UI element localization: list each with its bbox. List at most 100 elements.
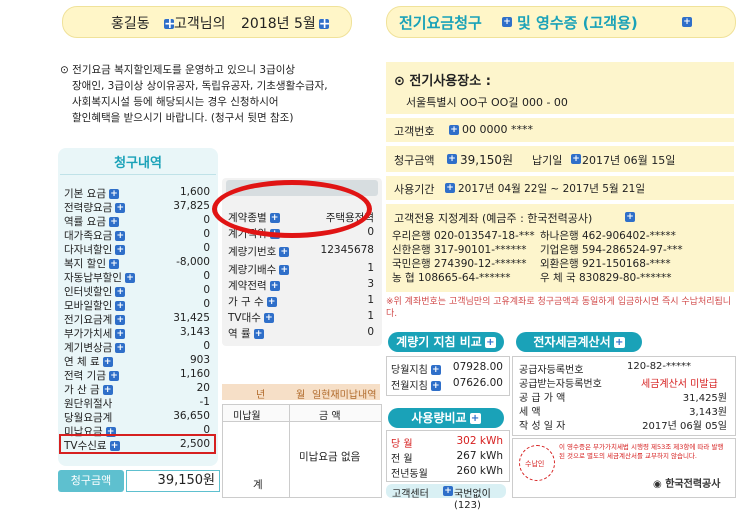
charge-row: 모바일할인 +0	[64, 298, 210, 312]
charge-row: 인터넷할인 +0	[64, 284, 210, 298]
customer-number-box: 고객번호 + 00 0000 ****	[386, 118, 734, 142]
unpaid-table: 미납월 금 액 미납요금 없음 계	[222, 404, 382, 498]
highlight-ellipse	[212, 180, 372, 238]
header-title-banner: 전기요금청구 + 및 영수증 (고객용) +	[386, 6, 736, 38]
plus-icon[interactable]: +	[124, 273, 135, 283]
header-customer-banner: 홍길동 +고객님의 2018년 5월 +	[62, 6, 352, 38]
charges-title: 청구내역	[114, 156, 162, 171]
page-title-suffix: 및 영수증 (고객용)	[517, 14, 638, 32]
page-title: 전기요금청구	[399, 14, 482, 32]
charge-row: 복지 할인 + -8,000	[64, 256, 210, 270]
total-amount: 39,150원	[126, 470, 220, 492]
meter-row: TV대수 +1	[228, 310, 374, 324]
bill-amount: 39,150원	[460, 153, 514, 167]
meter-row: 계량기번호 +12345678	[228, 244, 374, 258]
charge-row: 연 체 료 +903	[64, 354, 210, 368]
compare-value: 07928.00	[452, 361, 503, 373]
plus-icon[interactable]: +	[682, 17, 692, 27]
plus-icon[interactable]: +	[318, 17, 330, 31]
plus-icon[interactable]: +	[263, 313, 274, 323]
usage-label: 전년동월	[391, 469, 428, 480]
plus-icon[interactable]: +	[430, 365, 441, 375]
meter-row: 가 구 수 +1	[228, 294, 374, 308]
plus-icon[interactable]: +	[484, 337, 496, 348]
plus-icon[interactable]: +	[571, 154, 581, 164]
plus-icon[interactable]: +	[430, 381, 441, 391]
notice-line: 장애인, 3급이상 상이유공자, 독립유공자, 기초생활수급자,	[72, 80, 328, 92]
meter-row: 계약전력 +3	[228, 278, 374, 292]
plus-icon[interactable]: +	[253, 329, 264, 339]
plus-icon[interactable]: +	[449, 125, 459, 135]
plus-icon[interactable]: +	[613, 337, 625, 348]
unpaid-header: 년 월 일현재미납내역	[222, 384, 380, 401]
due-label: 납기일	[532, 154, 563, 167]
address-box: ⊙ 전기사용장소 : 서울특별시 OO구 OO길 000 - 00	[386, 62, 734, 114]
usage-compare-title: 사용량비교 +	[388, 408, 504, 428]
tax-invoice-box: 공급자등록번호 120-82-***** 공급받는자등록번호 세금계산서 미발급…	[512, 356, 736, 436]
charge-row: 전력 기금 +1,160	[64, 368, 210, 382]
notice-line: 할인혜택을 받으시기 바랍니다. (청구서 뒷면 참조)	[72, 112, 294, 124]
period-label: 사용기간	[394, 183, 435, 196]
plus-icon[interactable]: +	[447, 154, 457, 164]
plus-icon[interactable]: +	[115, 315, 126, 325]
meter-compare-box: 당월지침 + 07928.00 전월지침 + 07626.00	[386, 356, 510, 396]
charge-row: 계기변상금 +0	[64, 340, 210, 354]
plus-icon[interactable]: +	[164, 17, 176, 31]
plus-icon[interactable]: +	[443, 486, 453, 496]
plus-icon[interactable]: +	[108, 371, 119, 381]
usage-value: 267 kWh	[456, 450, 504, 462]
total-label: 청구금액	[58, 470, 124, 492]
charge-row: 다자녀할인 +0	[64, 242, 210, 256]
meter-compare-title: 계량기 지침 비교 +	[388, 332, 504, 352]
bank-row: 국민은행 274390-12-****** 외환은행 921-150168-***…	[392, 258, 671, 270]
plus-icon[interactable]: +	[266, 297, 277, 307]
meter-row: 역 률 +0	[228, 326, 374, 340]
plus-icon[interactable]: +	[625, 212, 635, 222]
tax-invoice-title: 전자세금계산서 +	[516, 332, 642, 352]
plus-icon[interactable]: +	[108, 259, 119, 269]
plus-icon[interactable]: +	[102, 357, 113, 367]
customer-no-label: 고객번호	[394, 125, 435, 138]
charge-row: 전력량요금 +37,825	[64, 200, 210, 214]
notice-line: 사회복지시설 등에 해당되시는 경우 신청하시어	[72, 96, 279, 108]
charge-row: 기본 요금 +1,600	[64, 186, 210, 200]
usage-value: 260 kWh	[456, 465, 504, 477]
plus-icon[interactable]: +	[115, 329, 126, 339]
plus-icon[interactable]: +	[502, 17, 512, 27]
customer-suffix: +고객님의	[164, 16, 226, 32]
plus-icon[interactable]: +	[115, 301, 126, 311]
plus-icon[interactable]: +	[108, 189, 119, 199]
unpaid-total: 계	[253, 479, 263, 491]
compare-row: 전월지침 +	[391, 381, 441, 392]
plus-icon[interactable]: +	[469, 413, 481, 424]
plus-icon[interactable]: +	[269, 281, 280, 291]
compare-value: 07626.00	[452, 377, 503, 389]
address-value: 서울특별시 OO구 OO길 000 - 00	[406, 96, 568, 109]
tax-note: 이 영수증은 부가가치세법 시행령 제53조 제3항에 따라 발행된 것으로 별…	[559, 443, 724, 460]
bullet-icon: ⊙	[60, 64, 69, 76]
charge-row: 자동납부할인 +0	[64, 270, 210, 284]
billing-period: 2018년 5월 +	[241, 16, 331, 32]
plus-icon[interactable]: +	[445, 183, 455, 193]
meter-row: 계량기배수 +1	[228, 262, 374, 276]
customer-name: 홍길동	[111, 16, 150, 32]
plus-icon[interactable]: +	[115, 203, 126, 213]
charge-row: 대가족요금 +0	[64, 228, 210, 242]
welfare-notice: ⊙ 전기요금 복지할인제도를 운영하고 있으니 3급이상 장애인, 3급이상 상…	[60, 62, 370, 126]
plus-icon[interactable]: +	[108, 217, 119, 227]
bank-row: 신한은행 317-90101-****** 기업은행 594-286524-97-…	[392, 244, 683, 256]
usage-label: 당 월	[391, 439, 413, 450]
plus-icon[interactable]: +	[115, 231, 126, 241]
notice-line: 전기요금 복지할인제도를 운영하고 있으니 3급이상	[72, 64, 296, 76]
plus-icon[interactable]: +	[102, 385, 113, 395]
plus-icon[interactable]: +	[279, 247, 290, 257]
charge-row: 가 산 금 +20	[64, 382, 210, 396]
plus-icon[interactable]: +	[115, 343, 126, 353]
charge-row: 원단위절사 -1	[64, 396, 210, 410]
plus-icon[interactable]: +	[115, 287, 126, 297]
plus-icon[interactable]: +	[279, 265, 290, 275]
unpaid-col-amount: 금 액	[319, 411, 341, 422]
plus-icon[interactable]: +	[115, 245, 126, 255]
bank-title: 고객전용 지정계좌 (예금주 : 한국전력공사)	[394, 212, 593, 225]
customer-center: 고객센터 + 국번없이 (123)	[386, 484, 506, 511]
